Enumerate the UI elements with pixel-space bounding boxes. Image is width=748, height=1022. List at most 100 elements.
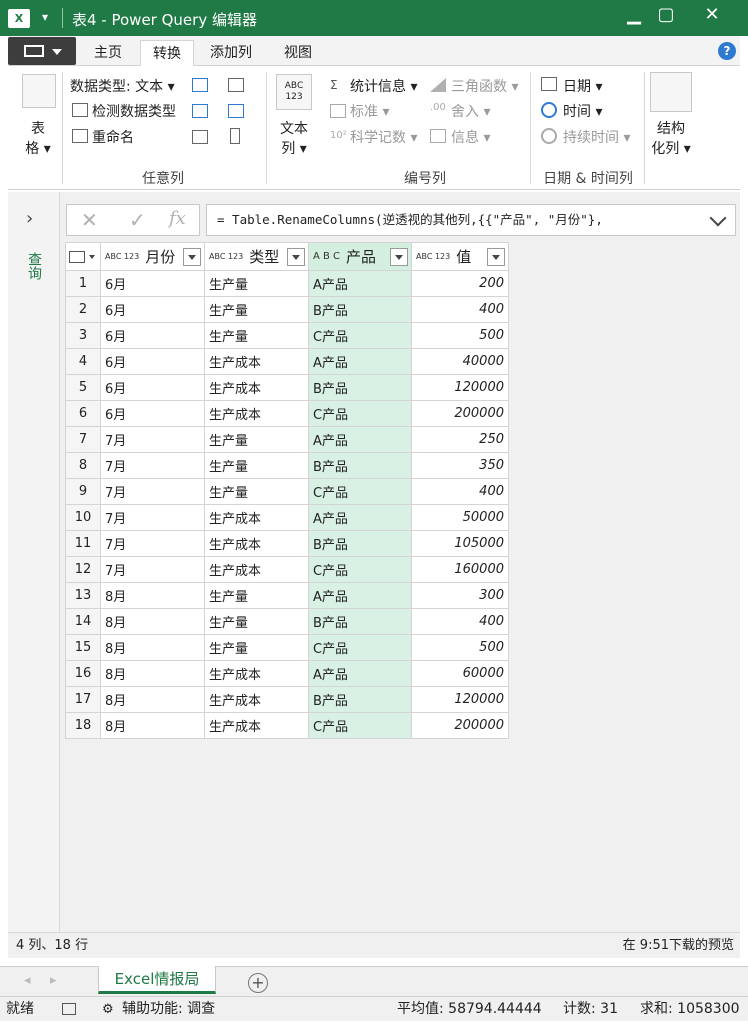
column-header-value[interactable]: ABC 123 值 bbox=[411, 242, 509, 271]
cell-type[interactable]: 生产成本 bbox=[204, 348, 309, 375]
cell-value[interactable]: 500 bbox=[411, 634, 509, 661]
cell-month[interactable]: 8月 bbox=[100, 634, 205, 661]
cell-month[interactable]: 8月 bbox=[100, 686, 205, 713]
cell-month[interactable]: 8月 bbox=[100, 608, 205, 635]
move-icon[interactable] bbox=[192, 130, 208, 144]
rename-button[interactable]: 重命名 bbox=[92, 127, 134, 147]
table-row[interactable]: 16 8月 生产成本 A产品 60000 bbox=[65, 660, 509, 687]
sheet-tab[interactable]: Excel情报局 bbox=[98, 966, 216, 994]
close-button[interactable]: ✕ bbox=[690, 4, 734, 28]
cell-product[interactable]: A产品 bbox=[308, 660, 412, 687]
cell-month[interactable]: 6月 bbox=[100, 374, 205, 401]
fx-icon[interactable]: fx bbox=[169, 208, 186, 229]
cell-type[interactable]: 生产成本 bbox=[204, 530, 309, 557]
cell-value[interactable]: 200 bbox=[411, 270, 509, 297]
cell-product[interactable]: B产品 bbox=[308, 452, 412, 479]
table-row[interactable]: 15 8月 生产量 C产品 500 bbox=[65, 634, 509, 661]
column-header-type[interactable]: ABC 123 类型 bbox=[204, 242, 309, 271]
cell-type[interactable]: 生产成本 bbox=[204, 556, 309, 583]
cell-value[interactable]: 400 bbox=[411, 608, 509, 635]
cell-product[interactable]: B产品 bbox=[308, 608, 412, 635]
table-row[interactable]: 3 6月 生产量 C产品 500 bbox=[65, 322, 509, 349]
pivot-column-icon[interactable] bbox=[228, 104, 244, 118]
table-row[interactable]: 5 6月 生产成本 B产品 120000 bbox=[65, 374, 509, 401]
cell-month[interactable]: 7月 bbox=[100, 530, 205, 557]
cell-month[interactable]: 7月 bbox=[100, 452, 205, 479]
table-row[interactable]: 12 7月 生产成本 C产品 160000 bbox=[65, 556, 509, 583]
text-column-button[interactable]: 文本 列 ▾ bbox=[274, 118, 314, 158]
expand-chevron-icon[interactable]: › bbox=[26, 208, 33, 229]
table-row[interactable]: 13 8月 生产量 A产品 300 bbox=[65, 582, 509, 609]
column-header-product[interactable]: A B C 产品 bbox=[308, 242, 412, 271]
cell-month[interactable]: 6月 bbox=[100, 270, 205, 297]
cell-month[interactable]: 6月 bbox=[100, 296, 205, 323]
cell-month[interactable]: 7月 bbox=[100, 556, 205, 583]
cell-type[interactable]: 生产成本 bbox=[204, 400, 309, 427]
round-dropdown[interactable]: 舍入 ▾ bbox=[451, 101, 490, 121]
column-filter-button[interactable] bbox=[487, 248, 505, 266]
transpose-icon[interactable] bbox=[228, 78, 244, 92]
cell-product[interactable]: A产品 bbox=[308, 426, 412, 453]
table-row[interactable]: 14 8月 生产量 B产品 400 bbox=[65, 608, 509, 635]
cell-type[interactable]: 生产成本 bbox=[204, 686, 309, 713]
cell-product[interactable]: B产品 bbox=[308, 374, 412, 401]
table-row[interactable]: 1 6月 生产量 A产品 200 bbox=[65, 270, 509, 297]
cell-value[interactable]: 120000 bbox=[411, 374, 509, 401]
column-filter-button[interactable] bbox=[287, 248, 305, 266]
convert-to-list-icon[interactable] bbox=[230, 128, 240, 144]
cell-value[interactable]: 200000 bbox=[411, 712, 509, 739]
maximize-button[interactable]: ▢ bbox=[648, 4, 684, 28]
duration-dropdown[interactable]: 持续时间 ▾ bbox=[563, 127, 630, 147]
cell-product[interactable]: A产品 bbox=[308, 270, 412, 297]
cell-month[interactable]: 8月 bbox=[100, 712, 205, 739]
help-icon[interactable]: ? bbox=[718, 42, 736, 60]
cell-type[interactable]: 生产成本 bbox=[204, 374, 309, 401]
file-menu-button[interactable] bbox=[8, 37, 76, 65]
accessibility-status[interactable]: 辅助功能: 调查 bbox=[122, 997, 215, 1022]
cell-product[interactable]: C产品 bbox=[308, 556, 412, 583]
table-row[interactable]: 17 8月 生产成本 B产品 120000 bbox=[65, 686, 509, 713]
cell-type[interactable]: 生产量 bbox=[204, 478, 309, 505]
cell-value[interactable]: 500 bbox=[411, 322, 509, 349]
cell-product[interactable]: C产品 bbox=[308, 634, 412, 661]
trig-dropdown[interactable]: 三角函数 ▾ bbox=[451, 76, 518, 96]
table-row[interactable]: 8 7月 生产量 B产品 350 bbox=[65, 452, 509, 479]
cell-month[interactable]: 8月 bbox=[100, 660, 205, 687]
cell-type[interactable]: 生产量 bbox=[204, 634, 309, 661]
cell-month[interactable]: 6月 bbox=[100, 322, 205, 349]
detect-type-button[interactable]: 检测数据类型 bbox=[92, 101, 176, 121]
table-row[interactable]: 7 7月 生产量 A产品 250 bbox=[65, 426, 509, 453]
table-row[interactable]: 18 8月 生产成本 C产品 200000 bbox=[65, 712, 509, 739]
tab-transform[interactable]: 转换 bbox=[140, 40, 194, 67]
cell-product[interactable]: C产品 bbox=[308, 400, 412, 427]
table-row[interactable]: 6 6月 生产成本 C产品 200000 bbox=[65, 400, 509, 427]
table-row[interactable]: 11 7月 生产成本 B产品 105000 bbox=[65, 530, 509, 557]
statistics-dropdown[interactable]: 统计信息 ▾ bbox=[350, 76, 417, 96]
scientific-dropdown[interactable]: 科学记数 ▾ bbox=[350, 127, 417, 147]
table-row[interactable]: 9 7月 生产量 C产品 400 bbox=[65, 478, 509, 505]
cell-product[interactable]: A产品 bbox=[308, 504, 412, 531]
cell-product[interactable]: C产品 bbox=[308, 478, 412, 505]
cell-month[interactable]: 7月 bbox=[100, 504, 205, 531]
cell-value[interactable]: 40000 bbox=[411, 348, 509, 375]
cell-month[interactable]: 8月 bbox=[100, 582, 205, 609]
cell-type[interactable]: 生产量 bbox=[204, 452, 309, 479]
replace-values-icon[interactable] bbox=[192, 78, 208, 92]
structured-column-button[interactable]: 结构 化列 ▾ bbox=[648, 118, 694, 158]
cell-value[interactable]: 300 bbox=[411, 582, 509, 609]
cell-product[interactable]: B产品 bbox=[308, 530, 412, 557]
cell-value[interactable]: 200000 bbox=[411, 400, 509, 427]
quick-access-dropdown[interactable]: ▾ bbox=[42, 10, 48, 24]
table-row[interactable]: 10 7月 生产成本 A产品 50000 bbox=[65, 504, 509, 531]
cell-value[interactable]: 105000 bbox=[411, 530, 509, 557]
time-dropdown[interactable]: 时间 ▾ bbox=[563, 101, 602, 121]
macro-record-icon[interactable] bbox=[62, 1003, 76, 1015]
cell-type[interactable]: 生产成本 bbox=[204, 712, 309, 739]
cell-month[interactable]: 7月 bbox=[100, 478, 205, 505]
cell-type[interactable]: 生产量 bbox=[204, 608, 309, 635]
info-dropdown[interactable]: 信息 ▾ bbox=[451, 127, 490, 147]
cell-product[interactable]: B产品 bbox=[308, 296, 412, 323]
cell-type[interactable]: 生产量 bbox=[204, 296, 309, 323]
cell-product[interactable]: B产品 bbox=[308, 686, 412, 713]
cell-product[interactable]: C产品 bbox=[308, 322, 412, 349]
